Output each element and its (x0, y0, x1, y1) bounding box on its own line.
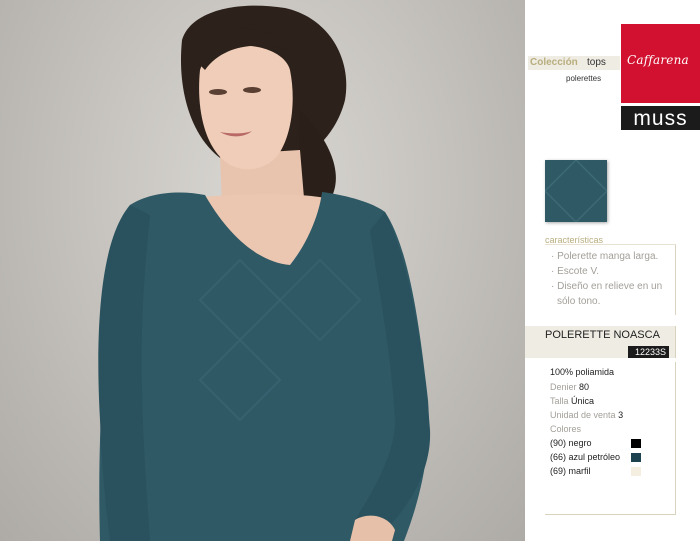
characteristic-item: · Diseño en relieve en un (551, 281, 663, 292)
color-dot-marfil (631, 467, 641, 476)
model-photo (0, 0, 525, 541)
denier-label: Denier (550, 382, 577, 392)
caffarena-wordmark: Caffarena (627, 53, 689, 67)
spec-colores: Colores (550, 424, 581, 434)
characteristic-item: sólo tono. (557, 296, 601, 307)
unidad-value: 3 (618, 410, 624, 420)
fabric-swatch (545, 160, 607, 222)
talla-value: Única (571, 396, 595, 406)
characteristics-list: · Polerette manga larga. · Escote V. · D… (551, 249, 675, 309)
spec-material: 100% poliamida (550, 367, 615, 377)
color-dot-azul-petroleo (631, 453, 641, 462)
characteristic-item: · Polerette manga larga. (551, 251, 659, 262)
swatch-pattern (545, 160, 607, 222)
talla-label: Talla (550, 396, 569, 406)
color-dot-negro (631, 439, 641, 448)
muss-logo: muss (621, 106, 700, 130)
color-row-azul-petroleo: (66) azul petróleo (550, 452, 621, 462)
muss-wordmark: muss (633, 107, 688, 130)
model-illustration (98, 5, 431, 541)
colores-label: Colores (550, 424, 582, 434)
spec-talla: Talla Única (550, 396, 594, 406)
denier-value: 80 (579, 382, 590, 392)
product-name: POLERETTE NOASCA (545, 329, 660, 341)
color-row-marfil: (69) marfil (550, 466, 591, 476)
spec-denier: Denier 80 (550, 382, 589, 392)
product-code: 12233S (628, 346, 669, 358)
unidad-label: Unidad de venta (550, 410, 616, 420)
collection-label: Colección (530, 57, 578, 68)
characteristic-item: · Escote V. (551, 266, 599, 277)
subcategory: polerettes (566, 74, 602, 83)
spec-unidad: Unidad de venta 3 (550, 410, 623, 420)
collection-value: tops (587, 57, 606, 68)
catalog-page: Colección tops polerettes Caffarena muss… (0, 0, 700, 541)
color-row-negro: (90) negro (550, 438, 592, 448)
caffarena-logo: Caffarena (621, 24, 700, 103)
